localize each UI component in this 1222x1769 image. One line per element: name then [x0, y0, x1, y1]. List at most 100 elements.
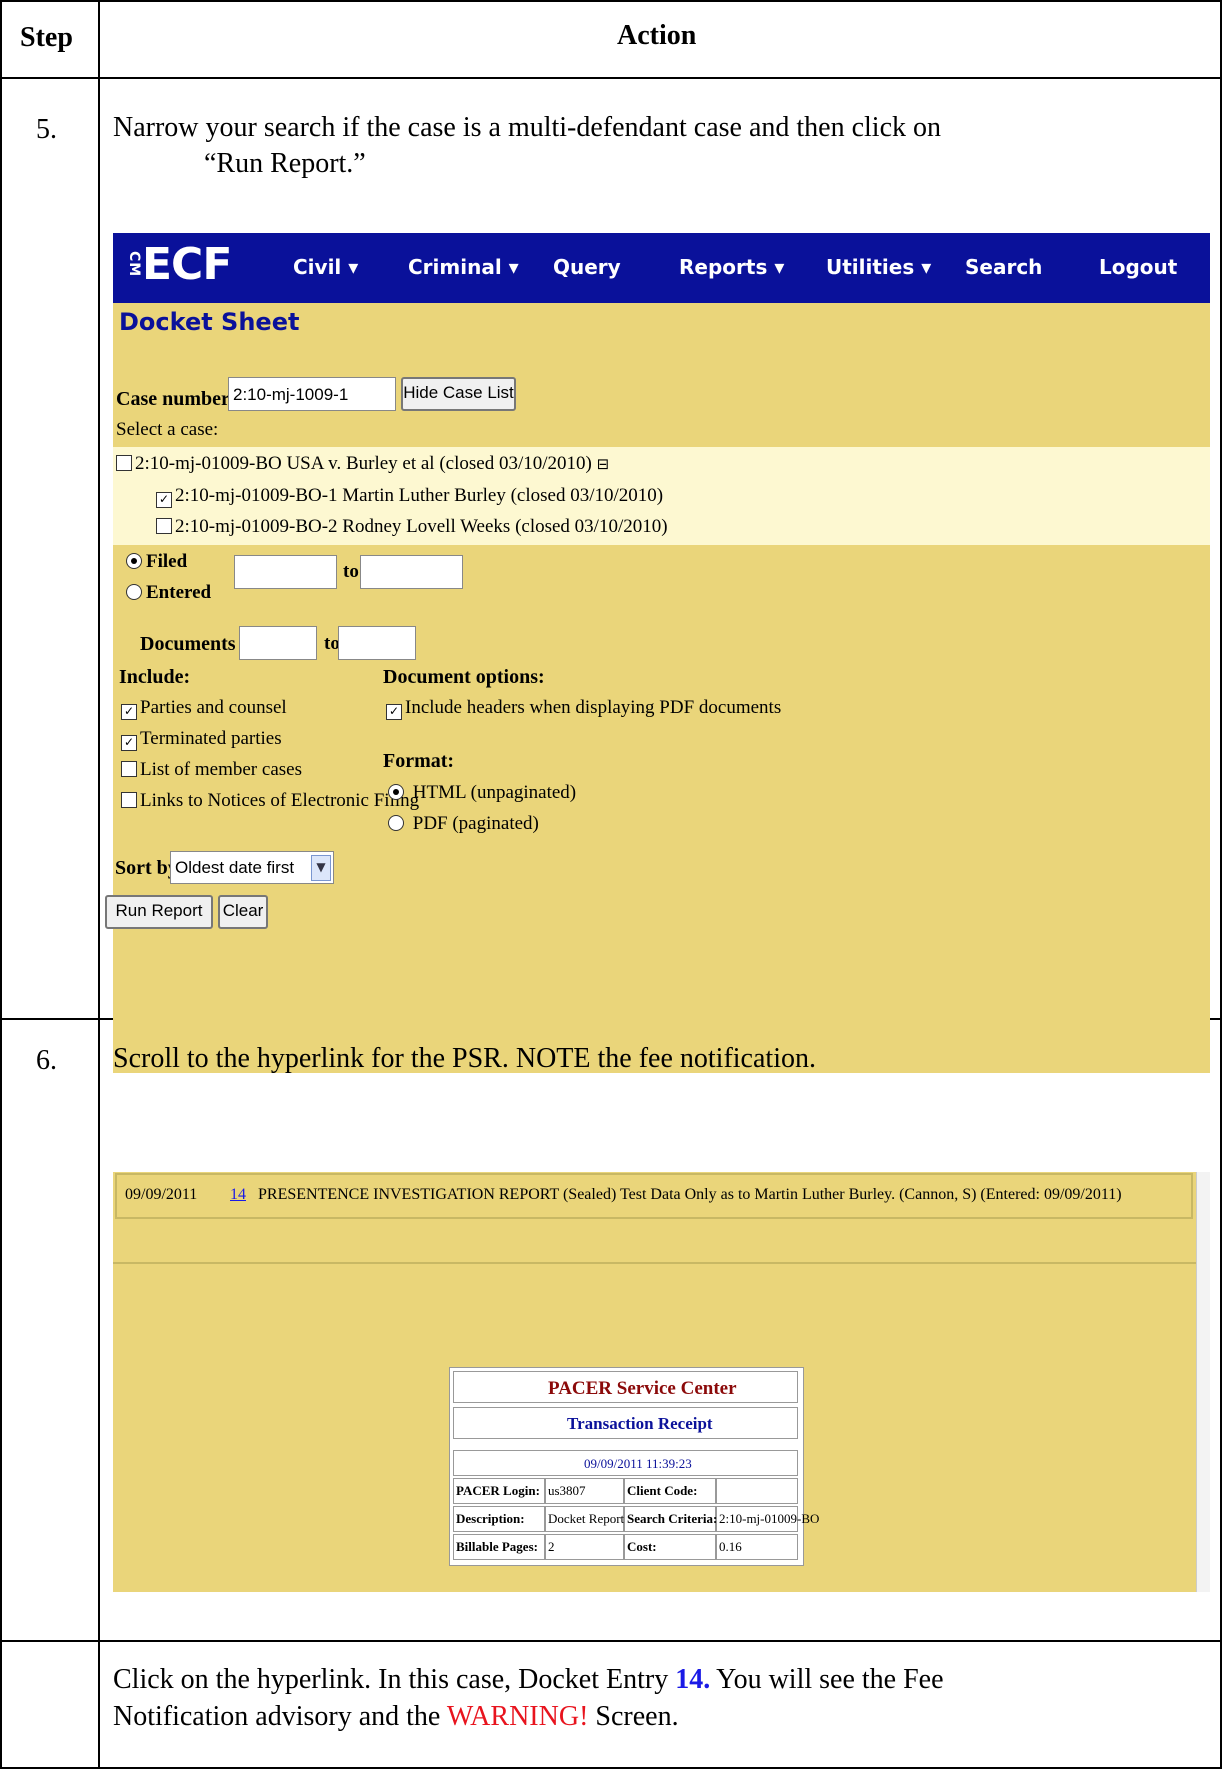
sort-value: Oldest date first	[175, 858, 295, 877]
format-label: PDF (paginated)	[412, 813, 539, 834]
docket-entry-number-link[interactable]: 14	[230, 1186, 246, 1204]
format-option[interactable]: PDF (paginated)	[388, 813, 539, 835]
receipt-title-cell: PACER Service Center	[453, 1371, 798, 1403]
filed-radio-icon[interactable]	[126, 553, 142, 569]
receipt-subtitle-cell: Transaction Receipt	[453, 1407, 798, 1439]
include-option-label: List of member cases	[140, 759, 302, 780]
run-report-button[interactable]: Run Report	[105, 895, 213, 929]
date-to-label: to	[343, 561, 359, 582]
docket-entry-text: PRESENTENCE INVESTIGATION REPORT (Sealed…	[258, 1186, 1122, 1203]
receipt-criteria-value: 2:10-mj-01009-BO	[719, 1511, 820, 1526]
nav-criminal[interactable]: Criminal ▾	[408, 255, 519, 279]
table-border-top	[0, 0, 1222, 2]
header-step: Step	[20, 22, 73, 53]
receipt-criteria-label: Search Criteria:	[627, 1511, 718, 1526]
ecf-nav-bar: CM ECF Civil ▾ Criminal ▾ Query Reports …	[113, 233, 1210, 303]
include-option-label: Links to Notices of Electronic Filing	[140, 790, 420, 811]
table-border-left	[0, 0, 2, 1769]
scrollbar[interactable]	[1196, 1172, 1210, 1592]
instruction-text: Notification advisory and the	[113, 1701, 447, 1732]
case-label: 2:10-mj-01009-BO-2 Rodney Lovell Weeks (…	[175, 516, 668, 537]
step-instruction-cont: “Run Report.”	[204, 148, 366, 179]
case-item[interactable]: 2:10-mj-01009-BO-2 Rodney Lovell Weeks (…	[156, 516, 668, 538]
doc-option-checkbox[interactable]: ✓	[386, 704, 402, 720]
table-border-header	[0, 77, 1222, 79]
table-border-row6	[0, 1640, 1222, 1642]
case-number-label: Case number	[116, 388, 230, 410]
step-instruction: Narrow your search if the case is a mult…	[113, 112, 941, 143]
sort-label: Sort by	[115, 857, 178, 879]
format-radio[interactable]	[388, 815, 404, 831]
entered-label: Entered	[146, 582, 212, 603]
receipt-login-label: PACER Login:	[456, 1483, 540, 1498]
receipt-client-label: Client Code:	[627, 1483, 698, 1498]
receipt-pages-label: Billable Pages:	[456, 1539, 538, 1554]
page-title: Docket Sheet	[119, 308, 300, 336]
include-checkbox[interactable]	[121, 792, 137, 808]
format-label: HTML (unpaginated)	[412, 782, 577, 803]
panel-divider	[113, 1262, 1210, 1264]
receipt-title: PACER Service Center	[548, 1378, 737, 1399]
filed-radio[interactable]: Filed	[126, 551, 187, 573]
nav-utilities[interactable]: Utilities ▾	[826, 255, 931, 279]
nav-logout[interactable]: Logout	[1099, 255, 1177, 279]
docket-entry-row: 09/09/2011 14 PRESENTENCE INVESTIGATION …	[115, 1173, 1193, 1219]
select-case-label: Select a case:	[116, 419, 219, 440]
doc-options-heading: Document options:	[383, 666, 545, 688]
doc-option-label: Include headers when displaying PDF docu…	[405, 697, 782, 718]
chevron-down-icon[interactable]: ▼	[311, 855, 331, 881]
nav-civil[interactable]: Civil ▾	[293, 255, 358, 279]
step-instruction: Click on the hyperlink. In this case, Do…	[113, 1664, 944, 1696]
receipt-login-value: us3807	[548, 1483, 586, 1498]
instruction-text: Click on the hyperlink. In this case, Do…	[113, 1664, 676, 1695]
ecf-logo: CM ECF	[126, 239, 232, 290]
entered-radio[interactable]: Entered	[126, 582, 211, 604]
docket-entry-link[interactable]: 14.	[675, 1664, 710, 1695]
case-item[interactable]: 2:10-mj-01009-BO USA v. Burley et al (cl…	[116, 453, 609, 475]
include-option[interactable]: List of member cases	[121, 759, 302, 781]
include-option[interactable]: ✓ Terminated parties	[121, 728, 282, 751]
sort-select[interactable]: Oldest date first ▼	[170, 851, 334, 884]
hide-case-list-button[interactable]: Hide Case List	[401, 377, 516, 411]
case-checkbox[interactable]	[116, 455, 132, 471]
format-heading: Format:	[383, 750, 455, 772]
include-option[interactable]: Links to Notices of Electronic Filing	[121, 790, 419, 812]
nav-reports[interactable]: Reports ▾	[679, 255, 784, 279]
step-instruction-cont: Notification advisory and the WARNING! S…	[113, 1701, 679, 1733]
format-radio[interactable]	[388, 784, 404, 800]
receipt-time-cell: 09/09/2011 11:39:23	[453, 1450, 798, 1476]
collapse-icon[interactable]: ⊟	[597, 455, 610, 473]
date-from-input[interactable]	[234, 555, 337, 589]
date-to-input[interactable]	[360, 555, 463, 589]
documents-to-input[interactable]	[338, 626, 416, 660]
receipt-timestamp: 09/09/2011 11:39:23	[584, 1456, 692, 1471]
step-instruction: Scroll to the hyperlink for the PSR. NOT…	[113, 1043, 816, 1074]
case-checkbox[interactable]: ✓	[156, 492, 172, 508]
receipt-cell	[545, 1534, 624, 1560]
case-list: 2:10-mj-01009-BO USA v. Burley et al (cl…	[113, 447, 1210, 545]
nav-query[interactable]: Query	[553, 255, 621, 279]
include-option[interactable]: ✓ Parties and counsel	[121, 697, 287, 720]
nav-search[interactable]: Search	[965, 255, 1042, 279]
format-option[interactable]: HTML (unpaginated)	[388, 782, 576, 804]
documents-from-input[interactable]	[239, 626, 317, 660]
include-option-label: Parties and counsel	[140, 697, 287, 718]
include-checkbox[interactable]: ✓	[121, 735, 137, 751]
case-label: 2:10-mj-01009-BO-1 Martin Luther Burley …	[175, 485, 664, 506]
entered-radio-icon[interactable]	[126, 584, 142, 600]
clear-button[interactable]: Clear	[218, 895, 268, 929]
receipt-desc-label: Description:	[456, 1511, 525, 1526]
include-checkbox[interactable]	[121, 761, 137, 777]
transaction-receipt: PACER Service Center Transaction Receipt…	[449, 1367, 819, 1566]
include-heading: Include:	[119, 666, 191, 688]
case-number-input[interactable]: 2:10-mj-1009-1	[228, 377, 396, 411]
doc-option[interactable]: ✓ Include headers when displaying PDF doc…	[386, 697, 781, 720]
warning-text: WARNING!	[446, 1701, 589, 1732]
table-border-mid	[98, 0, 100, 1769]
case-checkbox[interactable]	[156, 518, 172, 534]
case-item[interactable]: ✓ 2:10-mj-01009-BO-1 Martin Luther Burley…	[156, 485, 663, 508]
include-checkbox[interactable]: ✓	[121, 704, 137, 720]
case-label: 2:10-mj-01009-BO USA v. Burley et al (cl…	[135, 453, 592, 474]
step-number: 6.	[36, 1045, 57, 1076]
ecf-docket-screen: CM ECF Civil ▾ Criminal ▾ Query Reports …	[105, 233, 1210, 1073]
